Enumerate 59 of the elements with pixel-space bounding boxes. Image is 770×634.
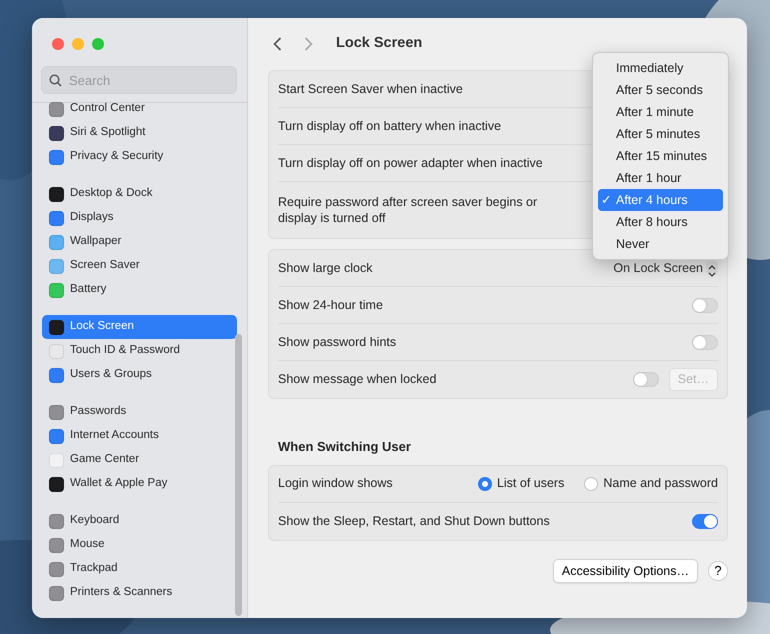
menu-item[interactable]: After 5 minutes	[598, 123, 723, 145]
setting-label: Require password after screen saver begins or display is turned off	[278, 194, 538, 226]
sidebar-item[interactable]: Wallpaper	[42, 230, 237, 254]
menu-item[interactable]: After 5 seconds	[598, 79, 723, 101]
sidebar-item[interactable]: Printers & Scanners	[42, 581, 237, 605]
scrollbar[interactable]	[235, 334, 242, 616]
popup-button[interactable]: On Lock Screen	[613, 258, 718, 278]
sidebar-item[interactable]: Touch ID & Password	[42, 339, 237, 363]
sidebar-item[interactable]: Users & Groups	[42, 363, 237, 387]
accessibility-options-button[interactable]: Accessibility Options…	[552, 558, 698, 584]
setting-label: Show message when locked	[278, 371, 438, 388]
setting-label: Turn display off on battery when inactive	[278, 118, 502, 134]
checkmark-icon: ✓	[601, 192, 612, 207]
setting-label: Login window shows	[278, 475, 394, 492]
toggle-switch[interactable]	[632, 372, 659, 387]
window-title: Lock Screen	[336, 34, 422, 54]
setting-label: Show large clock	[278, 260, 374, 276]
toggle-switch[interactable]	[692, 334, 718, 350]
setting-label: Show 24-hour time	[278, 296, 384, 314]
sidebar-item[interactable]: Passwords	[42, 400, 237, 424]
help-button[interactable]: ?	[708, 560, 728, 581]
sidebar-item[interactable]: Screen Saver	[42, 254, 237, 278]
stepper-icon	[706, 261, 718, 275]
toggle-switch[interactable]	[692, 298, 718, 312]
radio-button[interactable]	[584, 476, 598, 490]
sidebar-item[interactable]: Lock Screen	[42, 315, 237, 339]
menu-item[interactable]: After 8 hours	[598, 211, 723, 233]
radio-label: Name and password	[603, 475, 718, 492]
sidebar-item[interactable]: Mouse	[42, 533, 237, 557]
toggle-switch[interactable]	[692, 514, 718, 528]
minimize-button[interactable]	[72, 38, 84, 50]
setting-label: Show password hints	[278, 334, 398, 350]
setting-label: Turn display off on power adapter when inactive	[278, 154, 544, 172]
search-field[interactable]: Search	[41, 66, 237, 94]
sidebar-item[interactable]: Internet Accounts	[42, 424, 237, 448]
menu-item[interactable]: Never	[598, 233, 723, 255]
sidebar-item[interactable]: Privacy & Security	[42, 145, 237, 169]
sidebar-item[interactable]: Control Center	[42, 97, 237, 121]
radio-label: List of users	[496, 475, 564, 492]
sidebar-item[interactable]: Wallet & Apple Pay	[42, 472, 237, 496]
sidebar-item[interactable]: Desktop & Dock	[42, 182, 237, 206]
sidebar-item[interactable]: Game Center	[42, 448, 237, 472]
sidebar-item[interactable]: Displays	[42, 206, 237, 230]
zoom-button[interactable]	[92, 38, 104, 50]
menu-item[interactable]: ✓ After 4 hours	[598, 189, 723, 211]
menu-item[interactable]: After 1 minute	[598, 101, 723, 123]
menu-item[interactable]: After 15 minutes	[598, 145, 723, 167]
search-icon	[49, 74, 62, 87]
sidebar-item[interactable]: Trackpad	[42, 557, 237, 581]
section-heading: When Switching User	[278, 438, 412, 456]
setting-label: Start Screen Saver when inactive	[278, 80, 464, 98]
sidebar-item[interactable]: Battery	[42, 278, 237, 302]
close-button[interactable]	[52, 38, 64, 50]
radio-button[interactable]	[478, 476, 492, 490]
menu-item[interactable]: After 1 hour	[598, 167, 723, 189]
sidebar-item[interactable]: Keyboard	[42, 509, 237, 533]
menu-item[interactable]: Immediately	[598, 57, 723, 79]
sidebar-item[interactable]: Siri & Spotlight	[42, 121, 237, 145]
setting-label: Show the Sleep, Restart, and Shut Down buttons	[278, 512, 551, 530]
